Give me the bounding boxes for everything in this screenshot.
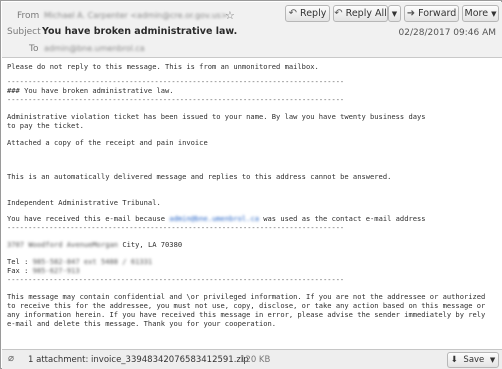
separator: ----------------------------------------… <box>7 224 345 232</box>
received-because-line: You have received this e-mail because ad… <box>7 214 426 224</box>
separator: ----------------------------------------… <box>7 78 345 86</box>
tel-value: 985-582-847 ext 5488 / 61331 <box>32 257 153 266</box>
contact-email-link[interactable]: admin@bne.umenbrol.ca <box>169 214 259 223</box>
address-city: City, LA 70380 <box>118 240 183 249</box>
recipient-address[interactable]: admin@bne.umenbrol.ca <box>44 44 145 53</box>
reply-all-label: Reply All <box>345 8 387 19</box>
auto-notice-text: This is an automatically delivered messa… <box>7 172 392 181</box>
save-label: Save <box>463 355 485 365</box>
more-label: More <box>464 8 489 19</box>
forward-label: Forward <box>418 8 457 19</box>
attachment-bar[interactable]: ⌀ 1 attachment: invoice_3394834207658341… <box>2 349 502 369</box>
address-line: 3707 Woodford AvenueMorgan City, LA 7038… <box>7 240 183 250</box>
forward-button[interactable]: ➜ Forward <box>404 5 459 22</box>
chevron-down-icon: ▼ <box>391 9 398 18</box>
reply-all-dropdown-button[interactable]: ▼ <box>388 5 401 22</box>
attached-text: Attached a copy of the receipt and pain … <box>7 138 208 147</box>
message-body: Please do not reply to this message. Thi… <box>2 58 502 349</box>
forward-arrow-icon: ➜ <box>406 8 416 19</box>
chevron-down-icon: ▼ <box>491 9 497 18</box>
message-header: From Michael A. Carpenter <admin@cre.or.… <box>2 2 502 58</box>
no-reply-notice: Please do not reply to this message. Thi… <box>7 62 319 71</box>
reply-all-arrow-icon: ↶ <box>334 8 343 19</box>
sender-address[interactable]: Michael A. Carpenter <admin@cre.or.gov.u… <box>44 11 228 20</box>
reply-arrow-icon: ↶ <box>288 8 298 19</box>
separator: ----------------------------------------… <box>7 276 345 284</box>
attachment-name[interactable]: 1 attachment: invoice_339483420765834125… <box>28 355 249 365</box>
received-pre-text: You have received this e-mail because <box>7 214 170 223</box>
star-icon[interactable]: ☆ <box>225 9 235 22</box>
subject-label: Subject <box>7 27 41 37</box>
tribunal-name: Independent Administrative Tribunal. <box>7 198 161 207</box>
message-date: 02/28/2017 09:46 AM <box>398 28 496 38</box>
separator: ----------------------------------------… <box>7 96 345 104</box>
received-post-text: was used as the contact e-mail address <box>258 214 426 223</box>
email-window: From Michael A. Carpenter <admin@cre.or.… <box>0 0 502 369</box>
download-icon: ⬇ <box>450 355 458 365</box>
address-street: 3707 Woodford AvenueMorgan <box>7 240 119 249</box>
to-label: To <box>29 44 39 54</box>
reply-all-button[interactable]: ↶ Reply All <box>333 5 388 22</box>
tel-label: Tel : <box>7 257 33 266</box>
from-label: From <box>17 11 40 21</box>
attachment-size: 120 KB <box>240 355 271 365</box>
paperclip-icon: ⌀ <box>8 353 15 364</box>
disclaimer-line4: e-mail and delete this message. Thank yo… <box>7 319 277 328</box>
reply-button[interactable]: ↶ Reply <box>285 5 330 22</box>
fax-label: Fax : <box>7 266 33 275</box>
chevron-down-icon: ▼ <box>489 356 496 364</box>
message-heading: ### You have broken administrative law. <box>7 86 174 95</box>
more-button[interactable]: More ▼ <box>462 5 499 22</box>
violation-text-line2: to pay the ticket. <box>7 121 84 130</box>
fax-line: Fax : 985-627-913 <box>7 266 80 276</box>
fax-value: 985-627-913 <box>32 266 80 275</box>
save-attachment-button[interactable]: ⬇ Save ▼ <box>447 352 499 368</box>
reply-label: Reply <box>300 8 327 19</box>
subject-text: You have broken administrative law. <box>42 26 238 37</box>
